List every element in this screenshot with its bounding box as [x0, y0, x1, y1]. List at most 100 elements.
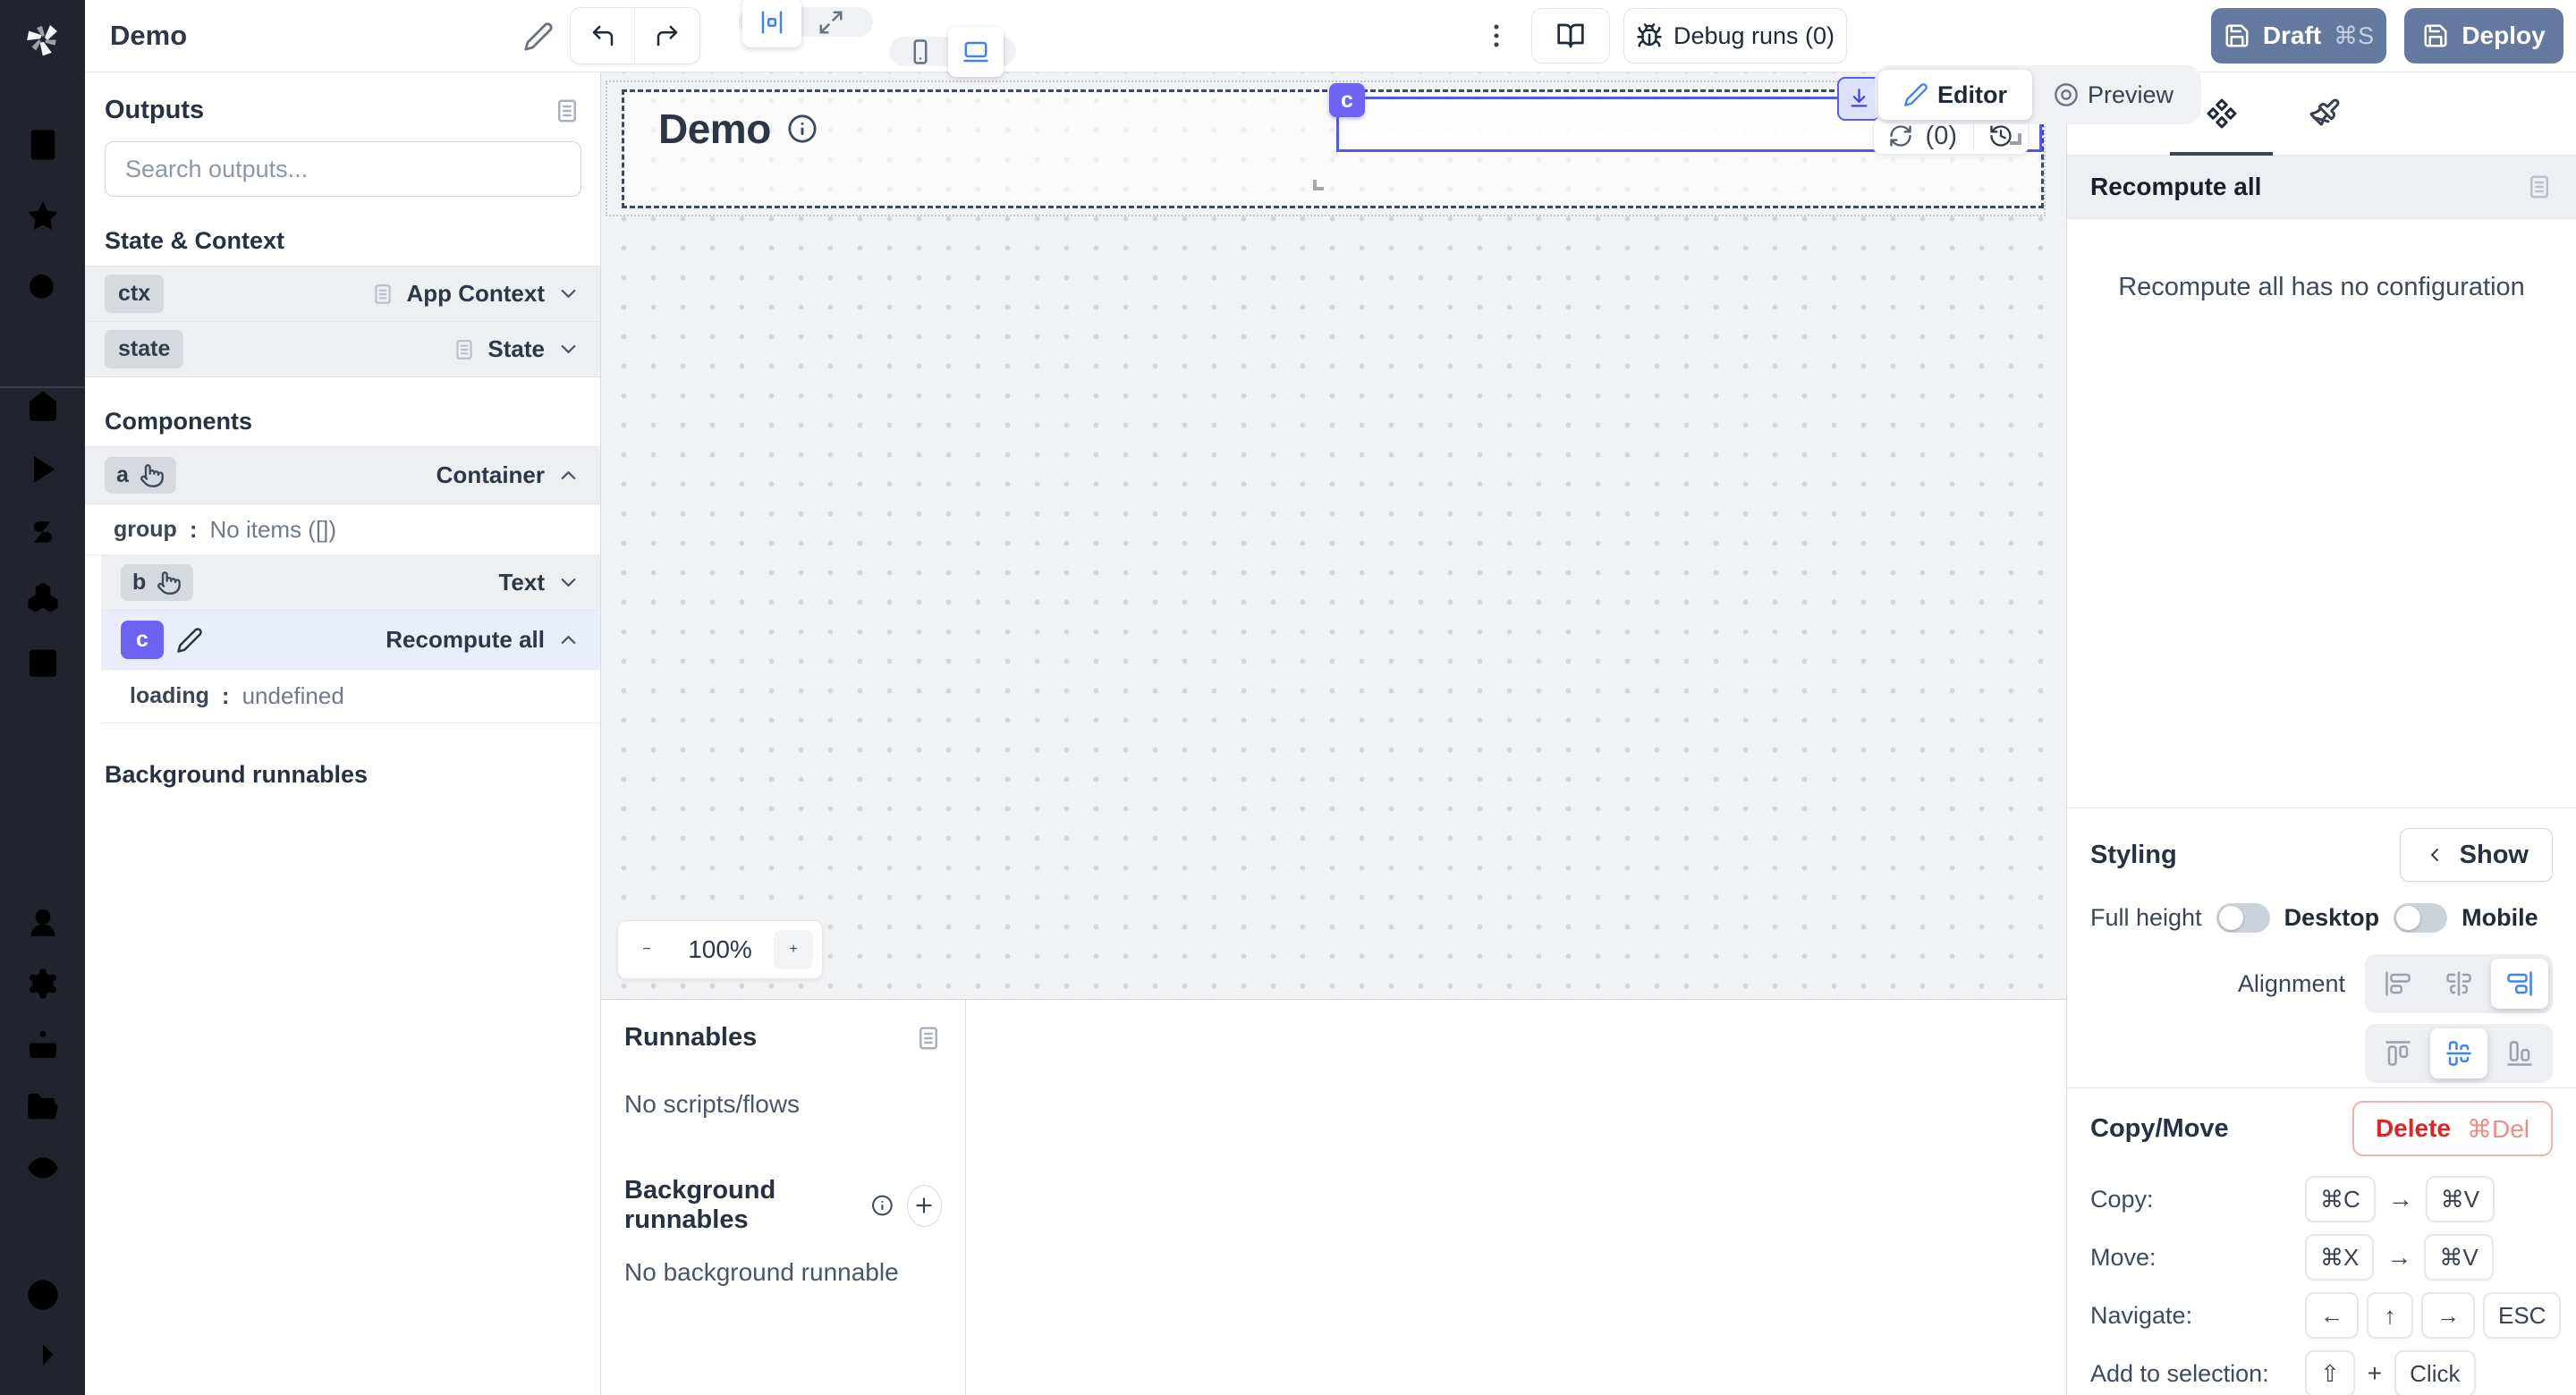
kbd-key: ⌘C	[2305, 1176, 2376, 1222]
runnables-panel: Runnables No scripts/flows Background ru…	[601, 1000, 966, 1395]
full-height-toggle[interactable]	[2216, 903, 2270, 933]
home-icon[interactable]	[25, 388, 61, 424]
chevron-down-icon[interactable]	[556, 282, 580, 306]
search-icon[interactable]	[25, 270, 61, 306]
draft-button[interactable]: Draft ⌘S	[2211, 8, 2386, 63]
centered-width-icon	[758, 9, 785, 36]
chevron-up-icon[interactable]	[556, 463, 580, 487]
align-top-button[interactable]	[2369, 1028, 2427, 1078]
align-center-vertical-button[interactable]	[2430, 1028, 2487, 1078]
topbar: Demo Debug runs (0)	[85, 0, 2576, 72]
runs-icon[interactable]	[25, 452, 61, 487]
delete-button[interactable]: Delete ⌘Del	[2352, 1101, 2553, 1156]
more-menu-icon[interactable]	[1479, 18, 1514, 54]
prop-row-group[interactable]: group : No items ([])	[85, 504, 600, 555]
component-c-tag[interactable]: c	[1329, 83, 1365, 117]
align-left-button[interactable]	[2369, 959, 2427, 1009]
output-row-state[interactable]: state State	[85, 322, 600, 377]
save-icon	[2224, 22, 2250, 49]
prop-colon: :	[190, 516, 198, 544]
refresh-icon[interactable]	[1888, 123, 1913, 148]
background-runnables-title: Background runnables	[105, 761, 580, 789]
resize-handle[interactable]	[2010, 133, 2021, 145]
eye-icon[interactable]	[25, 1150, 61, 1186]
prop-row-loading[interactable]: loading : undefined	[101, 670, 600, 723]
zoom-in-button[interactable]: +	[774, 930, 813, 969]
workspace-icon[interactable]	[25, 127, 61, 163]
prop-colon: :	[222, 682, 230, 710]
component-c-chip[interactable]: c	[121, 621, 164, 659]
deploy-label: Deploy	[2462, 21, 2545, 50]
move-shortcut-row: Move: ⌘X → ⌘V	[2090, 1234, 2553, 1281]
centered-width-button[interactable]	[742, 0, 801, 47]
component-doc-icon[interactable]	[2526, 173, 2553, 200]
outputs-doc-icon[interactable]	[554, 97, 580, 124]
bot-icon[interactable]	[25, 1027, 61, 1062]
show-styling-button[interactable]: Show	[2400, 828, 2553, 882]
editor-tab[interactable]: Editor	[1878, 70, 2032, 120]
move-label: Move:	[2090, 1244, 2305, 1272]
help-icon[interactable]	[25, 1277, 61, 1313]
tab-global-styling[interactable]	[2273, 72, 2376, 155]
resources-icon[interactable]	[25, 579, 61, 615]
deploy-save-icon	[2422, 22, 2449, 49]
favorites-icon[interactable]	[25, 199, 61, 234]
component-row-a[interactable]: a Container	[85, 447, 600, 504]
add-selection-shortcut-row: Add to selection: ⇧ + Click	[2090, 1350, 2553, 1395]
mobile-view-button[interactable]	[893, 27, 948, 77]
state-doc-icon	[453, 338, 476, 361]
chevron-down-icon[interactable]	[556, 337, 580, 361]
schedules-icon[interactable]	[25, 644, 61, 680]
chevron-down-icon[interactable]	[556, 571, 580, 595]
component-row-b[interactable]: b Text	[101, 555, 600, 611]
rename-app-icon[interactable]	[521, 20, 555, 54]
chevron-up-icon[interactable]	[556, 628, 580, 652]
full-width-button[interactable]	[801, 0, 860, 47]
navigate-shortcut-row: Navigate: ← ↑ → ESC	[2090, 1292, 2553, 1339]
app-canvas[interactable]: Demo c (0) − 100% +	[601, 72, 2066, 999]
runnables-empty: No scripts/flows	[624, 1090, 942, 1119]
component-a-chip[interactable]: a	[105, 457, 176, 494]
add-background-runnable-button[interactable]	[907, 1185, 942, 1227]
component-b-chip[interactable]: b	[121, 564, 193, 601]
align-right-button[interactable]	[2491, 959, 2548, 1009]
user-icon[interactable]	[25, 905, 61, 941]
undo-redo-group	[570, 7, 700, 64]
runnables-doc-icon[interactable]	[915, 1025, 942, 1052]
bg-runnables-empty: No background runnable	[624, 1258, 942, 1287]
settings-icon[interactable]	[25, 966, 61, 1002]
preview-tab[interactable]: Preview	[2032, 70, 2195, 120]
arrow-separator: →	[2388, 1185, 2413, 1213]
edit-id-pencil-icon[interactable]	[176, 627, 203, 654]
align-center-horizontal-button[interactable]	[2430, 959, 2487, 1009]
copy-shortcut-row: Copy: ⌘C → ⌘V	[2090, 1176, 2553, 1222]
info-icon[interactable]	[787, 114, 818, 144]
undo-button[interactable]	[571, 8, 635, 63]
output-row-ctx[interactable]: ctx App Context	[85, 266, 600, 322]
kbd-key: ⌘X	[2305, 1234, 2374, 1281]
align-bottom-button[interactable]	[2491, 1028, 2548, 1078]
folder-icon[interactable]	[25, 1089, 61, 1125]
component-row-c[interactable]: c Recompute all	[101, 611, 600, 670]
desktop-view-button[interactable]	[948, 27, 1004, 77]
book-icon	[1556, 21, 1585, 50]
left-resize-handle[interactable]	[1313, 180, 1324, 190]
component-a-type: Container	[436, 461, 545, 489]
deploy-button[interactable]: Deploy	[2404, 8, 2563, 63]
collapse-rail-icon[interactable]	[25, 1337, 61, 1373]
ctx-chip[interactable]: ctx	[105, 275, 164, 313]
styling-section: Styling Show Full height Desktop Mobile …	[2067, 807, 2576, 1083]
align-end-vertical-icon	[2506, 970, 2533, 997]
component-c-type: Recompute all	[386, 626, 545, 654]
redo-button[interactable]	[635, 8, 699, 63]
info-icon[interactable]	[871, 1192, 894, 1219]
docs-button[interactable]	[1531, 8, 1610, 63]
zoom-out-button[interactable]: −	[627, 930, 666, 969]
windmill-logo[interactable]	[21, 16, 64, 59]
state-chip[interactable]: state	[105, 330, 183, 368]
navigate-label: Navigate:	[2090, 1302, 2305, 1330]
search-outputs-input[interactable]	[105, 141, 581, 197]
variables-icon[interactable]	[25, 514, 61, 550]
desktop-toggle[interactable]	[2394, 903, 2447, 933]
debug-runs-button[interactable]: Debug runs (0)	[1623, 8, 1847, 63]
